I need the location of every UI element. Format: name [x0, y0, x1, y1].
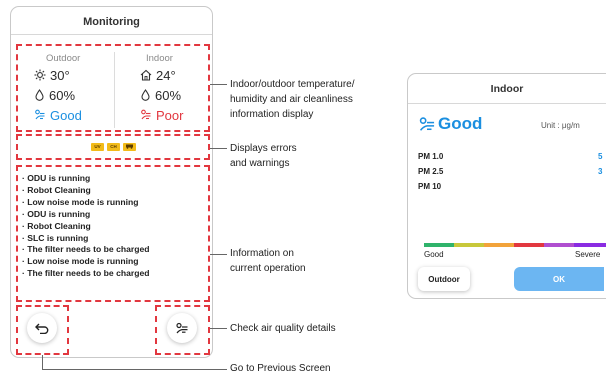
indoor-temp-value: 24° [156, 68, 176, 83]
list-item: · The filter needs to be charged [22, 268, 150, 279]
detail-title-divider [408, 103, 606, 104]
indoor-temperature: 24° [140, 68, 176, 83]
outdoor-button[interactable]: Outdoor [418, 267, 470, 291]
air-quality-icon [141, 109, 151, 120]
scale-segment [454, 243, 484, 247]
column-divider [114, 52, 115, 128]
list-item: · Low noise mode is running [22, 256, 139, 267]
callout-errors: Displays errors and warnings [230, 141, 297, 171]
callout-info: Indoor/outdoor temperature/ humidity and… [230, 77, 355, 122]
callout-info-line1: Indoor/outdoor temperature/ [230, 79, 355, 90]
vehicle-icon [126, 144, 133, 149]
callout-operations: Information on current operation [230, 246, 306, 276]
outdoor-humidity: 60% [34, 88, 75, 103]
air-quality-details-button[interactable] [167, 313, 197, 343]
pm1-value: 5 [598, 152, 603, 161]
scale-high-label: Severe [575, 250, 601, 259]
indoor-heading: Indoor [146, 53, 173, 64]
pm25-label: PM 2.5 [418, 167, 444, 176]
indoor-air-value: Poor [156, 108, 184, 123]
list-item: · Low noise mode is running [22, 196, 139, 207]
callout-line-check [210, 328, 227, 329]
screen-title: Monitoring [83, 16, 140, 28]
title-divider [11, 34, 212, 35]
outdoor-temperature: 30° [34, 68, 70, 83]
callout-prev: Go to Previous Screen [230, 363, 331, 374]
scale-low-label: Good [424, 250, 444, 259]
back-arrow-icon [35, 323, 49, 334]
callout-line-prev [42, 369, 227, 370]
callout-errors-line1: Displays errors [230, 143, 297, 154]
outdoor-heading: Outdoor [46, 53, 81, 64]
water-drop-icon [141, 89, 150, 101]
scale-segment [514, 243, 544, 247]
pm10-label: PM 10 [418, 182, 442, 191]
indoor-air-quality: Poor [140, 108, 183, 123]
pm25-value: 3 [598, 167, 603, 176]
scale-segment [544, 243, 574, 247]
device-warning-badge [123, 143, 136, 151]
callout-info-line2: humidity and air cleanliness [230, 94, 353, 105]
scale-segment [484, 243, 514, 247]
water-drop-icon [35, 89, 44, 101]
list-item: · ODU is running [22, 173, 91, 183]
ch-error-badge: CH [107, 143, 120, 151]
callout-operations-line2: current operation [230, 263, 306, 274]
operation-list: · ODU is running · Robot Cleaning · Low … [22, 173, 150, 280]
callout-line-info [210, 84, 227, 85]
callout-line-operations [210, 254, 227, 255]
list-item: · SLC is running [22, 232, 89, 243]
outdoor-humidity-value: 60% [49, 88, 76, 103]
callout-operations-line1: Information on [230, 248, 294, 259]
home-icon [140, 69, 152, 81]
detail-title: Indoor [490, 83, 524, 95]
outdoor-air-quality: Good [34, 108, 82, 123]
callout-check: Check air quality details [230, 323, 336, 334]
list-item: · ODU is running [22, 208, 91, 219]
outdoor-air-value: Good [50, 108, 82, 123]
callout-errors-line2: and warnings [230, 158, 290, 169]
indoor-humidity: 60% [140, 88, 181, 103]
air-quality-icon [35, 109, 45, 120]
list-item: · Robot Cleaning [22, 220, 91, 231]
detail-status: Good [418, 114, 482, 134]
list-item: · The filter needs to be charged [22, 244, 150, 255]
callout-info-line3: information display [230, 109, 314, 120]
uv-warning-badge: UV [91, 143, 104, 151]
unit-label: Unit : μg/m [541, 121, 580, 130]
back-button[interactable] [27, 313, 57, 343]
callout-line-errors [210, 148, 227, 149]
scale-segment [574, 243, 606, 247]
indoor-humidity-value: 60% [155, 88, 182, 103]
scale-segment [424, 243, 454, 247]
air-quality-icon [176, 322, 188, 333]
sun-icon [34, 69, 46, 81]
ok-button[interactable]: OK [514, 267, 604, 291]
air-quality-icon [419, 116, 435, 131]
pm1-label: PM 1.0 [418, 152, 444, 161]
detail-status-value: Good [438, 114, 483, 133]
callout-line-prev-vertical [42, 355, 43, 370]
outdoor-temp-value: 30° [50, 68, 70, 83]
list-item: · Robot Cleaning [22, 184, 91, 195]
